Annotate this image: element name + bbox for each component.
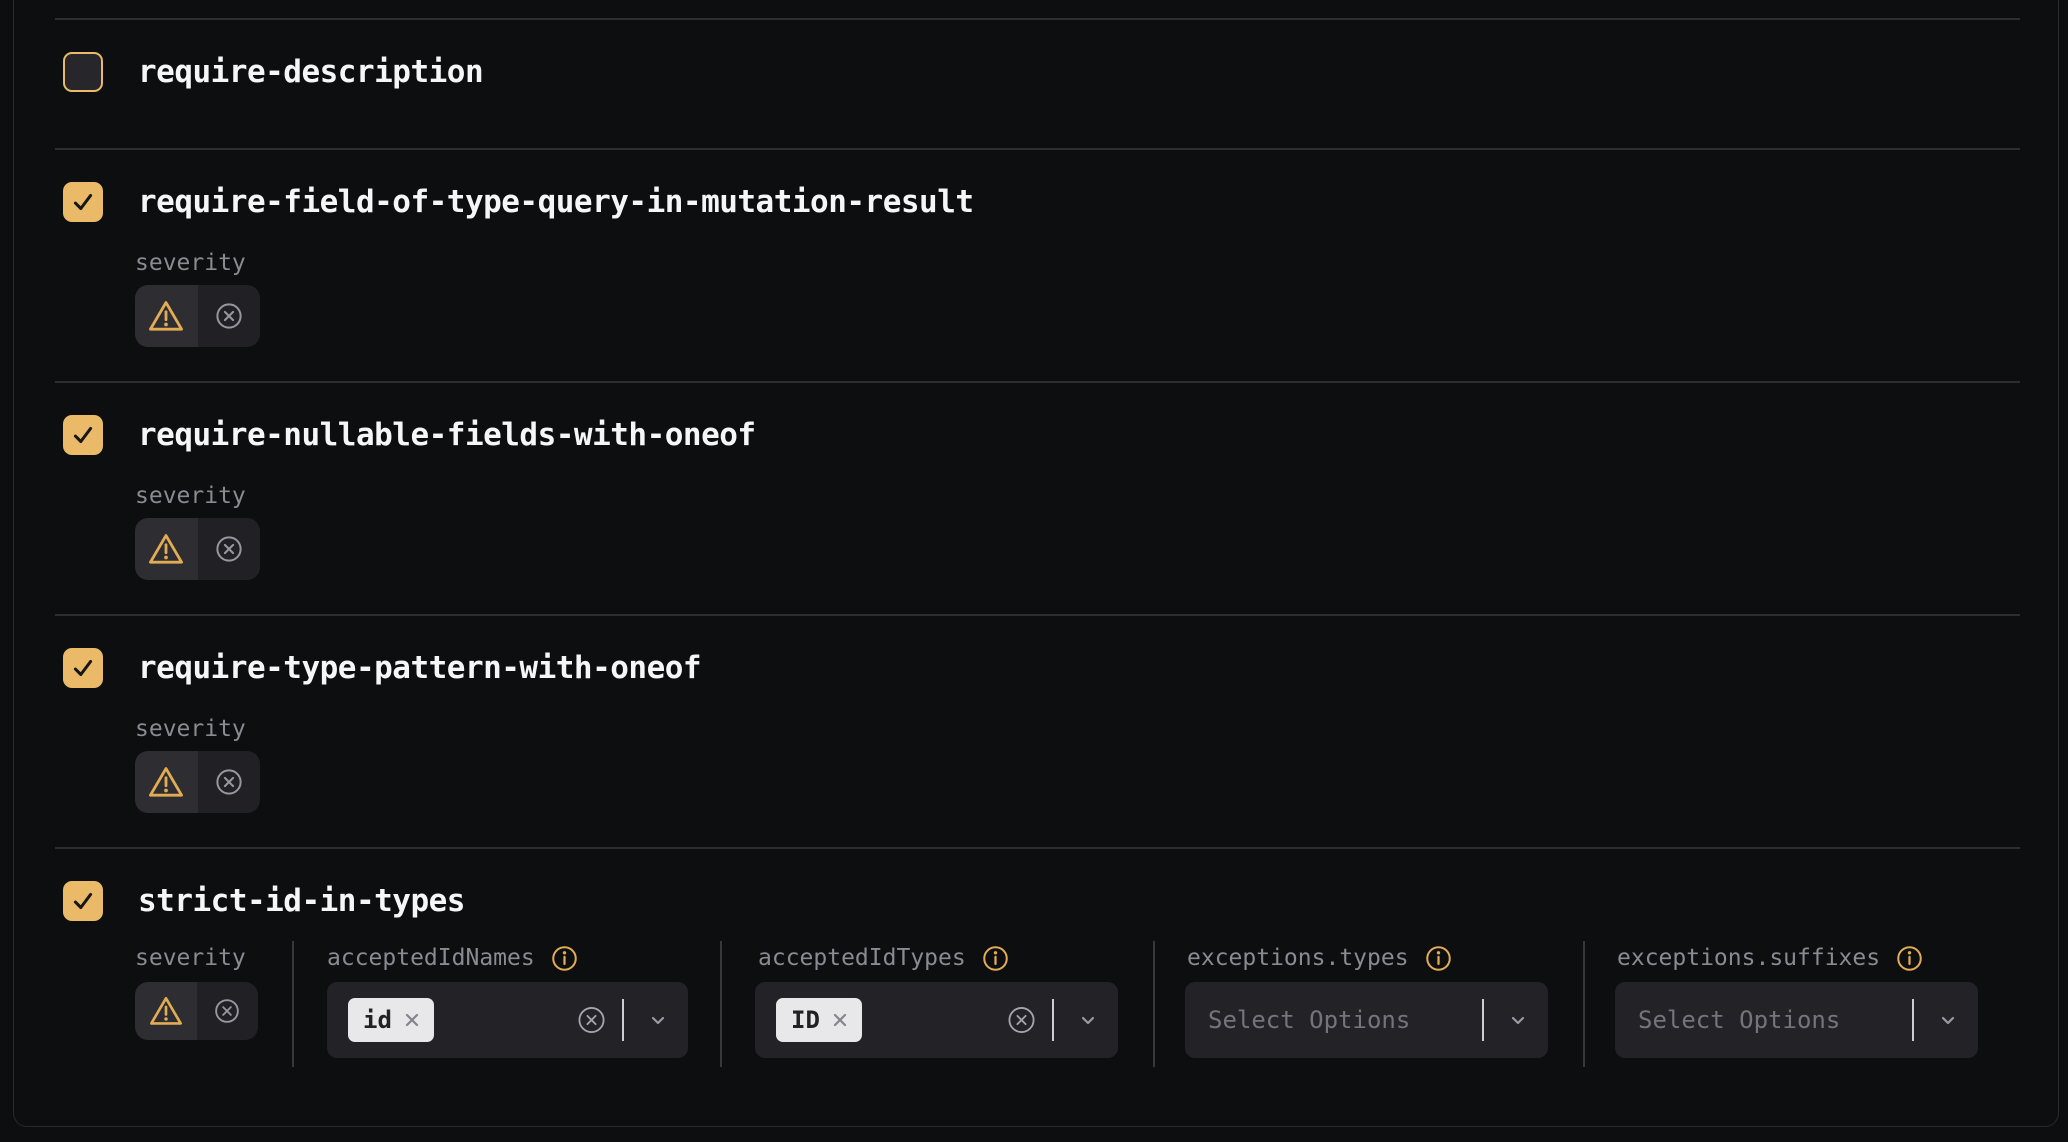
warning-triangle-icon bbox=[147, 532, 185, 566]
multiselect-acceptedIdNames[interactable]: id bbox=[327, 982, 688, 1058]
select-placeholder: Select Options bbox=[1208, 1006, 1410, 1034]
multiselect-exceptions-suffixes[interactable]: Select Options bbox=[1615, 982, 1978, 1058]
option-label-acceptedIdNames: acceptedIdNames bbox=[327, 946, 578, 970]
warning-triangle-icon bbox=[147, 765, 185, 799]
info-icon[interactable] bbox=[1896, 945, 1923, 972]
multiselect-acceptedIdTypes[interactable]: ID bbox=[755, 982, 1118, 1058]
multiselect-exceptions-types[interactable]: Select Options bbox=[1185, 982, 1548, 1058]
severity-toggle bbox=[135, 982, 258, 1040]
column-divider bbox=[720, 941, 722, 1067]
select-placeholder: Select Options bbox=[1638, 1006, 1840, 1034]
chevron-down-icon[interactable] bbox=[645, 1007, 671, 1033]
chevron-down-icon[interactable] bbox=[1935, 1007, 1961, 1033]
severity-option-off[interactable] bbox=[198, 751, 261, 813]
rule-divider bbox=[55, 847, 2020, 849]
select-separator bbox=[1912, 999, 1914, 1041]
option-label-exceptions-types: exceptions.types bbox=[1187, 946, 1452, 970]
info-icon[interactable] bbox=[1425, 945, 1452, 972]
column-divider bbox=[292, 941, 294, 1067]
select-separator bbox=[1482, 999, 1484, 1041]
severity-toggle bbox=[135, 518, 260, 580]
tag-chip: id bbox=[348, 998, 434, 1042]
circle-cross-icon bbox=[214, 534, 244, 564]
rule-divider bbox=[55, 381, 2020, 383]
rule-checkbox-require-type-pattern-with-oneof[interactable] bbox=[63, 648, 103, 688]
column-divider bbox=[1153, 941, 1155, 1067]
clear-all-icon[interactable] bbox=[1007, 1006, 1036, 1035]
tag-chip-text: id bbox=[363, 998, 392, 1042]
rule-checkbox-require-field-of-type-query-in-mutation-result[interactable] bbox=[63, 182, 103, 222]
rule-title: strict-id-in-types bbox=[138, 881, 465, 921]
severity-label: severity bbox=[135, 717, 246, 741]
severity-option-warn[interactable] bbox=[135, 518, 198, 580]
select-separator bbox=[1052, 999, 1054, 1041]
chevron-down-icon[interactable] bbox=[1505, 1007, 1531, 1033]
select-separator bbox=[622, 999, 624, 1041]
circle-cross-icon bbox=[214, 767, 244, 797]
rule-divider bbox=[55, 614, 2020, 616]
warning-triangle-icon bbox=[147, 299, 185, 333]
remove-tag-icon[interactable] bbox=[403, 1011, 421, 1029]
rule-checkbox-strict-id-in-types[interactable] bbox=[63, 881, 103, 921]
rule-checkbox-require-nullable-fields-with-oneof[interactable] bbox=[63, 415, 103, 455]
rule-divider bbox=[55, 18, 2020, 20]
rule-title: require-nullable-fields-with-oneof bbox=[138, 415, 756, 455]
rule-title: require-description bbox=[138, 52, 483, 92]
option-label-exceptions-suffixes: exceptions.suffixes bbox=[1617, 946, 1923, 970]
rules-settings-page: require-description require-field-of-typ… bbox=[0, 0, 2068, 1142]
rule-title: require-field-of-type-query-in-mutation-… bbox=[138, 182, 974, 222]
circle-cross-icon bbox=[213, 997, 241, 1025]
severity-label: severity bbox=[135, 251, 246, 275]
severity-option-off[interactable] bbox=[197, 982, 259, 1040]
rule-title: require-type-pattern-with-oneof bbox=[138, 648, 701, 688]
option-label-text: acceptedIdTypes bbox=[758, 946, 966, 970]
tag-chip: ID bbox=[776, 998, 862, 1042]
severity-label: severity bbox=[135, 946, 246, 970]
remove-tag-icon[interactable] bbox=[831, 1011, 849, 1029]
check-icon bbox=[70, 189, 96, 215]
rule-divider bbox=[55, 148, 2020, 150]
severity-option-warn[interactable] bbox=[135, 982, 197, 1040]
check-icon bbox=[70, 888, 96, 914]
severity-toggle bbox=[135, 285, 260, 347]
warning-triangle-icon bbox=[148, 995, 184, 1027]
option-label-text: exceptions.types bbox=[1187, 946, 1409, 970]
option-label-text: exceptions.suffixes bbox=[1617, 946, 1880, 970]
severity-toggle bbox=[135, 751, 260, 813]
check-icon bbox=[70, 422, 96, 448]
severity-label: severity bbox=[135, 484, 246, 508]
circle-cross-icon bbox=[214, 301, 244, 331]
option-label-text: acceptedIdNames bbox=[327, 946, 535, 970]
check-icon bbox=[70, 655, 96, 681]
chevron-down-icon[interactable] bbox=[1075, 1007, 1101, 1033]
severity-option-warn[interactable] bbox=[135, 751, 198, 813]
severity-option-warn[interactable] bbox=[135, 285, 198, 347]
severity-option-off[interactable] bbox=[198, 285, 261, 347]
severity-option-off[interactable] bbox=[198, 518, 261, 580]
tag-chip-text: ID bbox=[791, 998, 820, 1042]
info-icon[interactable] bbox=[982, 945, 1009, 972]
info-icon[interactable] bbox=[551, 945, 578, 972]
option-label-acceptedIdTypes: acceptedIdTypes bbox=[758, 946, 1009, 970]
rule-checkbox-require-description[interactable] bbox=[63, 52, 103, 92]
column-divider bbox=[1583, 941, 1585, 1067]
clear-all-icon[interactable] bbox=[577, 1006, 606, 1035]
